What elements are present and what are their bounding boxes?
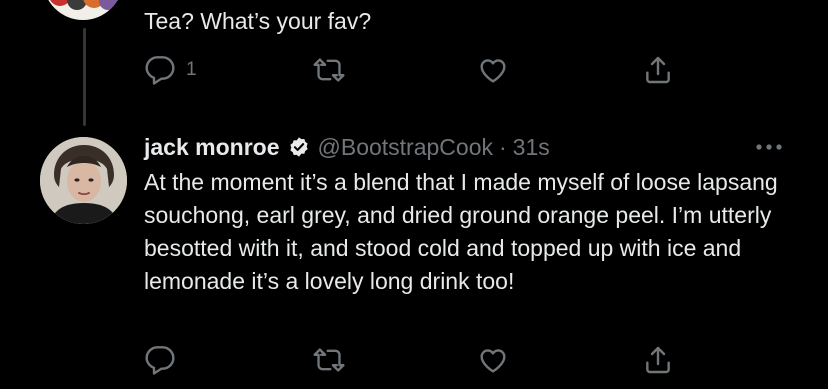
verified-badge-icon <box>288 136 310 158</box>
share-icon <box>642 344 674 376</box>
parent-tweet-text: Tea? What’s your fav? <box>144 8 372 34</box>
retweet-icon <box>312 344 346 376</box>
like-button[interactable] <box>477 344 509 376</box>
reply-button[interactable]: 1 <box>144 54 197 86</box>
reply-button[interactable] <box>144 344 176 376</box>
author-handle[interactable]: @BootstrapCook <box>318 134 494 161</box>
reply-tweet-text: At the moment it’s a blend that I made m… <box>144 169 785 294</box>
author-avatar[interactable] <box>40 137 127 224</box>
reply-icon <box>144 344 176 376</box>
more-options-icon <box>754 143 784 151</box>
parent-avatar[interactable] <box>43 0 123 20</box>
reply-icon <box>144 54 176 86</box>
share-button[interactable] <box>642 344 674 376</box>
more-options-button[interactable] <box>752 130 786 164</box>
like-icon <box>477 344 509 376</box>
like-button[interactable] <box>477 54 509 86</box>
share-icon <box>642 54 674 86</box>
tweet-timestamp[interactable]: 31s <box>513 134 550 161</box>
share-button[interactable] <box>642 54 674 86</box>
like-icon <box>477 54 509 86</box>
retweet-button[interactable] <box>312 344 346 376</box>
reply-count: 1 <box>186 59 197 80</box>
header-separator: · <box>499 133 507 160</box>
parent-tweet-actions: 1 <box>144 54 704 88</box>
thread-connector-line <box>83 28 86 126</box>
reply-tweet-actions <box>144 344 704 378</box>
author-name[interactable]: jack monroe <box>144 134 280 161</box>
tweet-header: jack monroe @BootstrapCook · 31s <box>144 131 550 163</box>
retweet-button[interactable] <box>312 54 346 86</box>
retweet-icon <box>312 54 346 86</box>
